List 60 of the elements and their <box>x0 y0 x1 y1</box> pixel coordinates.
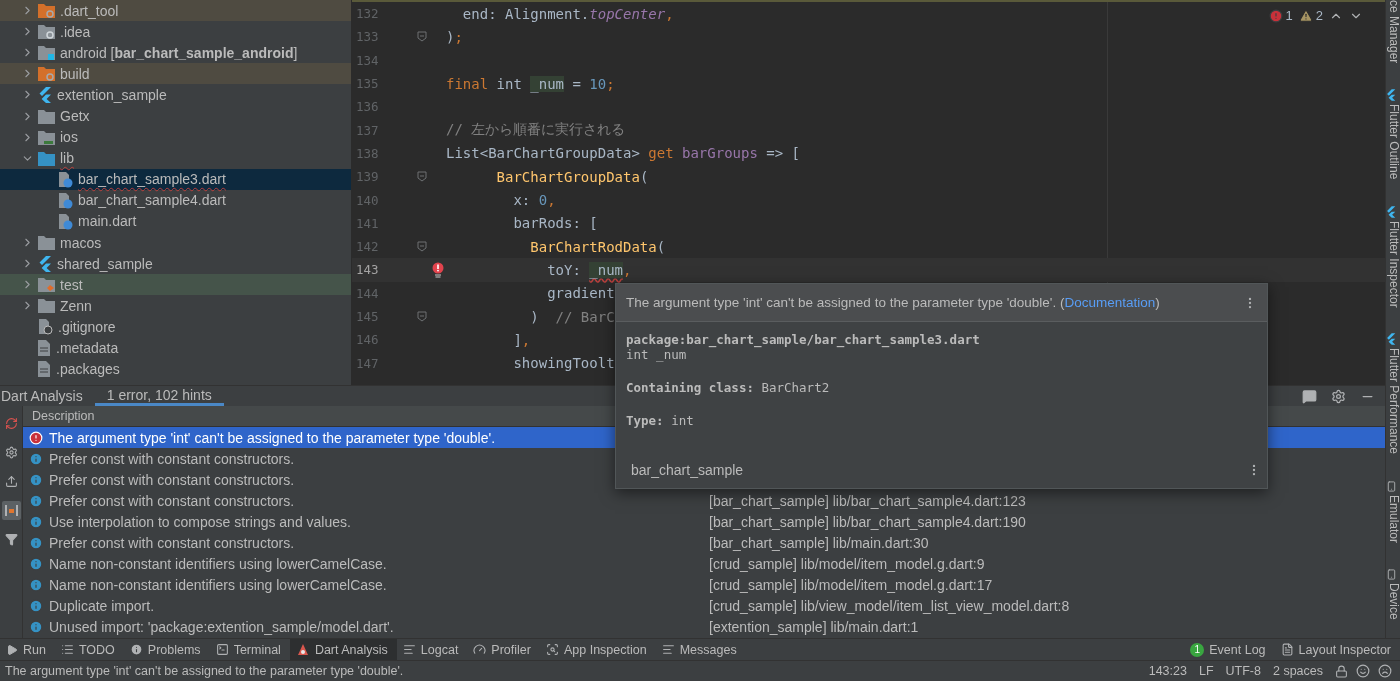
problem-description: Prefer const with constant constructors. <box>49 450 295 467</box>
package-path: package:bar_chart_sample/bar_chart_sample3.dart <box>626 332 981 347</box>
line-number: 133 <box>355 29 380 45</box>
error-message: The argument type 'int' can't be assigned to the parameter type 'double'. (Documentation) <box>626 295 1160 310</box>
problem-description: Unused import: 'package:extention_sample/model.dart'. <box>49 619 394 636</box>
code-line: BarChartGroupData( <box>495 168 649 185</box>
line-number: 140 <box>355 192 380 208</box>
code-line: List<BarChartGroupData> get barGroups => [ <box>446 145 801 162</box>
line-number: 139 <box>355 169 380 185</box>
code-line: toY: _num, <box>546 261 632 278</box>
line-number: 145 <box>355 309 380 324</box>
line-number: 137 <box>355 122 380 138</box>
panel-title: Dart Analysis <box>0 387 84 407</box>
warning-count: 2 <box>1315 8 1323 23</box>
status-message: The argument type 'int' can't be assigned to the parameter type 'double'. <box>5 664 405 678</box>
code-line: barRods: [ <box>512 215 598 232</box>
problem-location: [extention_sample] lib/main.dart:1 <box>709 619 919 636</box>
line-number: 143 <box>355 262 380 278</box>
error-count: 1 <box>1285 8 1293 23</box>
line-number: 134 <box>355 52 380 68</box>
line-number: 146 <box>355 332 380 348</box>
code-line: gradient <box>546 285 615 302</box>
problem-location: [crud_sample] lib/view_model/item_list_view_model.dart:8 <box>709 598 1070 615</box>
code-line: ); <box>446 28 463 45</box>
code-line: showingToolt <box>512 355 615 372</box>
problem-description: Prefer const with constant constructors. <box>49 471 295 488</box>
line-number: 138 <box>355 145 380 161</box>
count-badge: 1 <box>1190 642 1205 657</box>
problem-description: Duplicate import. <box>49 598 155 615</box>
code-line: // 左から順番に実行される <box>446 121 626 140</box>
code-line: x: 0, <box>512 192 556 208</box>
code-line: ) // BarC <box>529 308 615 325</box>
signature-text: int _num <box>626 347 687 362</box>
problem-description: Prefer const with constant constructors. <box>49 535 295 552</box>
tool-label: Layout Inspector <box>1298 642 1391 657</box>
problem-location: [bar_chart_sample] lib/bar_chart_sample4.dart:190 <box>709 514 1026 530</box>
problem-description: Name non-constant identifiers using lowerCamelCase. <box>49 577 387 594</box>
code-line: ], <box>512 331 531 348</box>
code-line: BarChartRodData( <box>529 238 666 255</box>
detail-text: Type: int <box>626 413 695 428</box>
line-number: 136 <box>355 99 380 115</box>
problem-location: [bar_chart_sample] lib/bar_chart_sample4.dart:123 <box>709 492 1026 509</box>
line-number: 135 <box>355 76 380 92</box>
problem-location: [crud_sample] lib/model/item_model.g.dart:17 <box>709 577 993 594</box>
problem-description: Prefer const with constant constructors. <box>49 492 295 509</box>
problem-location: [crud_sample] lib/model/item_model.g.dart:9 <box>709 556 985 573</box>
line-number: 142 <box>355 239 380 255</box>
line-number: 141 <box>355 215 380 231</box>
package-name: bar_chart_sample <box>631 462 744 478</box>
problem-location: [bar_chart_sample] lib/main.dart:30 <box>709 535 929 552</box>
code-line: final int _num = 10; <box>446 75 615 92</box>
problem-description: Use interpolation to compose strings and values. <box>49 514 351 530</box>
line-number: 147 <box>355 355 380 371</box>
code-line: end: Alignment.topCenter, <box>461 5 674 22</box>
line-number: 132 <box>355 6 380 22</box>
problem-description: Name non-constant identifiers using lowerCamelCase. <box>49 556 387 573</box>
tool-label: Event Log <box>1209 642 1266 657</box>
line-number: 144 <box>355 285 380 301</box>
detail-text: Containing class: BarChart2 <box>626 380 831 395</box>
problem-description: The argument type 'int' can't be assigned to the parameter type 'double'. <box>49 429 496 446</box>
